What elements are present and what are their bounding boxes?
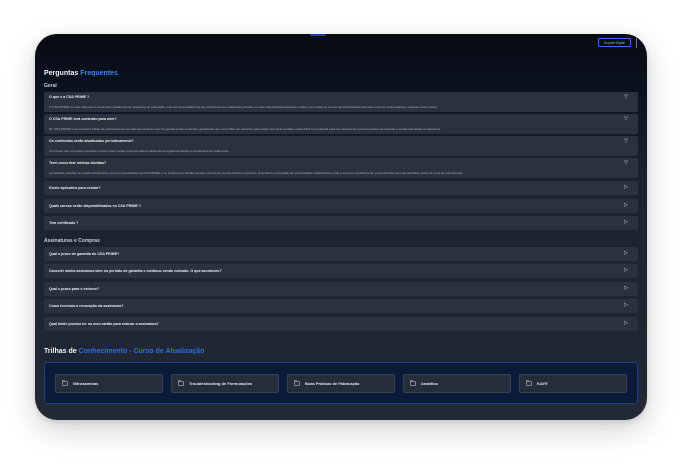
trilha-card-label: Nitrosaminas (73, 381, 99, 386)
trilha-card-kaye[interactable]: KAYE (519, 374, 627, 393)
faq-question: Qual o prazo para o estorno? (49, 287, 99, 291)
faq-answer: Com base nas correções previstas, novos … (49, 149, 229, 153)
chevron-down-icon: ▽ (624, 116, 628, 122)
faq-question: Terei como tirar minhas dúvidas? (49, 161, 107, 165)
faq-question: Como funciona a renovação da assinatura? (49, 304, 124, 308)
support-button[interactable]: Suporte Digital (598, 38, 631, 47)
trilhas-title: Trilhas de Conhecimento - Curso de Atual… (44, 348, 204, 355)
faq-answer: O CSA PRIME é muito mais que uma simples… (49, 105, 438, 109)
page-title: Perguntas Frequentes (44, 70, 118, 77)
folder-icon (526, 380, 532, 386)
faq-item[interactable]: Como funciona a renovação da assinatura?… (44, 299, 638, 313)
trilha-card-analitica[interactable]: Analítica (403, 374, 511, 393)
trilha-card-troubleshooting[interactable]: Troubleshooting de Formulações (171, 374, 279, 393)
chevron-down-icon: ▽ (624, 138, 628, 144)
trilha-card-nitrosaminas[interactable]: Nitrosaminas (55, 374, 163, 393)
top-indicator (310, 34, 326, 36)
trilha-card-label: Troubleshooting de Formulações (189, 381, 253, 386)
trilha-card-label: Analítica (421, 381, 438, 386)
faq-question: Qual o prazo de garantia do CSA PRIME? (49, 252, 120, 256)
folder-icon (178, 380, 184, 386)
chevron-right-icon: ▷ (624, 302, 628, 308)
faq-question: Qual limite preciso ter no meu cartão pa… (49, 322, 159, 326)
folder-icon (410, 380, 416, 386)
chevron-right-icon: ▷ (624, 202, 628, 208)
faq-item[interactable]: O que é a CSA PRIME ? O CSA PRIME é muit… (44, 92, 638, 112)
folder-icon (294, 380, 300, 386)
section-label-assinaturas: Assinaturas e Compras (44, 238, 100, 244)
faq-question: Tem certificado ? (49, 221, 79, 225)
faq-item[interactable]: Os conteúdos serão atualizados periodica… (44, 136, 638, 156)
faq-question: Cancelei minha assinatura bem no período… (49, 269, 222, 273)
trilha-card-label: KAYE (537, 381, 548, 386)
faq-answer: No CSA PRIME você encontra trilhas de co… (49, 127, 441, 131)
faq-answer: As dúvidas poderão ser tiradas diretamen… (49, 171, 464, 175)
faq-item[interactable]: Tem certificado ? ▷ (44, 216, 638, 230)
trilhas-title-accent: Conhecimento - Curso de Atualização (78, 348, 205, 355)
chevron-right-icon: ▷ (624, 250, 628, 256)
trilhas-title-prefix: Trilhas de (44, 348, 77, 355)
faq-question: O CSA PRIME terá conteúdo para mim? (49, 117, 117, 121)
faq-item[interactable]: Qual o prazo para o estorno? ▷ (44, 282, 638, 296)
chevron-right-icon: ▷ (624, 219, 628, 225)
trilhas-container: Nitrosaminas Troubleshooting de Formulaç… (44, 362, 638, 404)
faq-question: Os conteúdos serão atualizados periodica… (49, 139, 134, 143)
trilha-card-label: Boas Práticas de Fabricação (305, 381, 360, 386)
title-accent: Frequentes (80, 70, 118, 77)
chevron-down-icon: ▽ (624, 160, 628, 166)
chevron-right-icon: ▷ (624, 285, 628, 291)
section-label-geral: Geral (44, 83, 57, 89)
faq-question: O que é a CSA PRIME ? (49, 95, 90, 99)
chevron-right-icon: ▷ (624, 267, 628, 273)
faq-item[interactable]: Qual o prazo de garantia do CSA PRIME? ▷ (44, 247, 638, 261)
topbar-divider (636, 38, 637, 48)
faq-item[interactable]: O CSA PRIME terá conteúdo para mim? No C… (44, 114, 638, 134)
folder-icon (62, 380, 68, 386)
faq-item[interactable]: Quais cursos serão disponibilizados no C… (44, 199, 638, 213)
faq-question: Quais cursos serão disponibilizados no C… (49, 204, 141, 208)
faq-item[interactable]: Existe aplicativo para celular? ▷ (44, 181, 638, 195)
trilha-card-boas-praticas[interactable]: Boas Práticas de Fabricação (287, 374, 395, 393)
faq-item[interactable]: Terei como tirar minhas dúvidas? As dúvi… (44, 158, 638, 178)
chevron-right-icon: ▷ (624, 320, 628, 326)
title-prefix: Perguntas (44, 70, 79, 77)
faq-item[interactable]: Cancelei minha assinatura bem no período… (44, 264, 638, 278)
chevron-right-icon: ▷ (624, 184, 628, 190)
faq-item[interactable]: Qual limite preciso ter no meu cartão pa… (44, 317, 638, 331)
chevron-down-icon: ▽ (624, 94, 628, 100)
faq-question: Existe aplicativo para celular? (49, 186, 101, 190)
device-frame: Suporte Digital Perguntas Frequentes Ger… (35, 34, 647, 420)
